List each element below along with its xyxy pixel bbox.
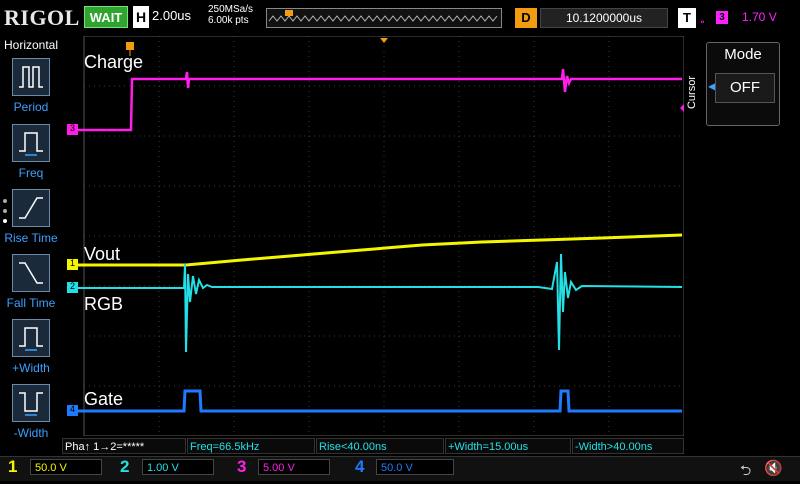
rise-time-icon xyxy=(12,189,50,227)
acquisition-info: 250MSa/s 6.00k pts xyxy=(208,4,253,26)
vout-marker: 1 xyxy=(70,258,76,268)
horizontal-measure-menu: Horizontal Period Freq Rise Time Fall Ti… xyxy=(0,36,62,440)
vout-label: Vout xyxy=(84,244,121,264)
channel-2-number[interactable]: 2 xyxy=(120,457,129,477)
channel-1-scale[interactable]: 50.0 V xyxy=(30,459,102,475)
cursor-mode-control[interactable]: Mode ◀ OFF xyxy=(706,42,780,126)
cursor-menu: Cursor Mode ◀ OFF xyxy=(684,36,800,436)
memory-depth: 6.00k pts xyxy=(208,15,249,26)
measure-neg-width-button[interactable]: -Width xyxy=(0,384,62,444)
charge-marker: 3 xyxy=(70,123,76,133)
waveform-display[interactable]: 3 1 2 4 Charge Vout RGB Gate xyxy=(62,36,684,436)
timebase-indicator: H xyxy=(133,6,149,28)
top-status-bar: RIGOL WAIT H 2.00us 250MSa/s 6.00k pts D… xyxy=(0,0,800,36)
speaker-muted-icon[interactable]: 🔇 xyxy=(764,459,783,477)
trigger-level[interactable]: 1.70 V xyxy=(742,10,777,24)
gate-marker: 4 xyxy=(70,404,76,414)
neg-width-icon xyxy=(12,384,50,422)
brand-logo: RIGOL xyxy=(4,5,80,30)
channel-2-scale[interactable]: 1.00 V xyxy=(142,459,214,475)
usb-icon: ⮌ xyxy=(740,462,752,478)
measurement-neg-width[interactable]: -Width>40.00ns xyxy=(572,438,684,454)
measurement-freq[interactable]: Freq=66.5kHz xyxy=(187,438,315,454)
rgb-marker: 2 xyxy=(70,281,76,291)
memory-overview-strip xyxy=(266,8,502,28)
period-icon xyxy=(12,58,50,96)
channel-1-number[interactable]: 1 xyxy=(8,457,17,477)
fall-time-icon xyxy=(12,254,50,292)
measurement-rise[interactable]: Rise<40.00ns xyxy=(316,438,444,454)
measure-pos-width-button[interactable]: +Width xyxy=(0,319,62,379)
measure-fall-time-button[interactable]: Fall Time xyxy=(0,254,62,314)
measure-label: Fall Time xyxy=(6,296,56,310)
memory-waveform-icon xyxy=(268,10,498,22)
measure-period-button[interactable]: Period xyxy=(0,58,62,118)
channel-markers xyxy=(67,124,78,416)
measure-label: Rise Time xyxy=(4,231,58,245)
channel-4-number[interactable]: 4 xyxy=(355,457,364,477)
measure-label: Freq xyxy=(18,166,44,180)
delay-indicator: D xyxy=(515,8,537,28)
measurement-bar: Pha↑ 1→2=***** Freq=66.5kHz Rise<40.00ns… xyxy=(62,436,684,456)
timebase-value[interactable]: 2.00us xyxy=(152,8,191,23)
menu-title: Horizontal xyxy=(3,38,59,52)
mode-title: Mode xyxy=(724,46,762,63)
trigger-indicator: T xyxy=(678,8,696,28)
measure-label: -Width xyxy=(13,426,49,440)
delay-value[interactable]: 10.1200000us xyxy=(540,8,668,28)
charge-label: Charge xyxy=(84,52,144,72)
channel-4-scale[interactable]: 50.0 V xyxy=(376,459,454,475)
channel-3-number[interactable]: 3 xyxy=(237,457,246,477)
trigger-position-marker xyxy=(126,42,134,50)
trigger-source[interactable]: 3 xyxy=(716,11,728,24)
measure-label: +Width xyxy=(12,361,50,375)
rgb-label: RGB xyxy=(84,294,124,314)
pos-width-icon xyxy=(12,319,50,357)
cursor-mode-value[interactable]: OFF xyxy=(715,73,775,103)
gate-label: Gate xyxy=(84,389,124,409)
measurement-phase[interactable]: Pha↑ 1→2=***** xyxy=(62,438,186,454)
measure-freq-button[interactable]: Freq xyxy=(0,124,62,184)
measure-label: Period xyxy=(13,100,49,114)
freq-icon xyxy=(12,124,50,162)
measurement-pos-width[interactable]: +Width=15.00us xyxy=(445,438,571,454)
rising-edge-icon: ˳ xyxy=(700,7,705,24)
measure-rise-time-button[interactable]: Rise Time xyxy=(0,189,62,249)
run-state-badge[interactable]: WAIT xyxy=(84,6,128,28)
channel-status-bar: 1 50.0 V 2 1.00 V 3 5.00 V 4 50.0 V ⮌ 🔇 xyxy=(0,456,800,481)
menu-side-label: Cursor xyxy=(686,76,698,110)
sample-rate: 250MSa/s xyxy=(208,4,254,15)
channel-3-scale[interactable]: 5.00 V xyxy=(258,459,330,475)
